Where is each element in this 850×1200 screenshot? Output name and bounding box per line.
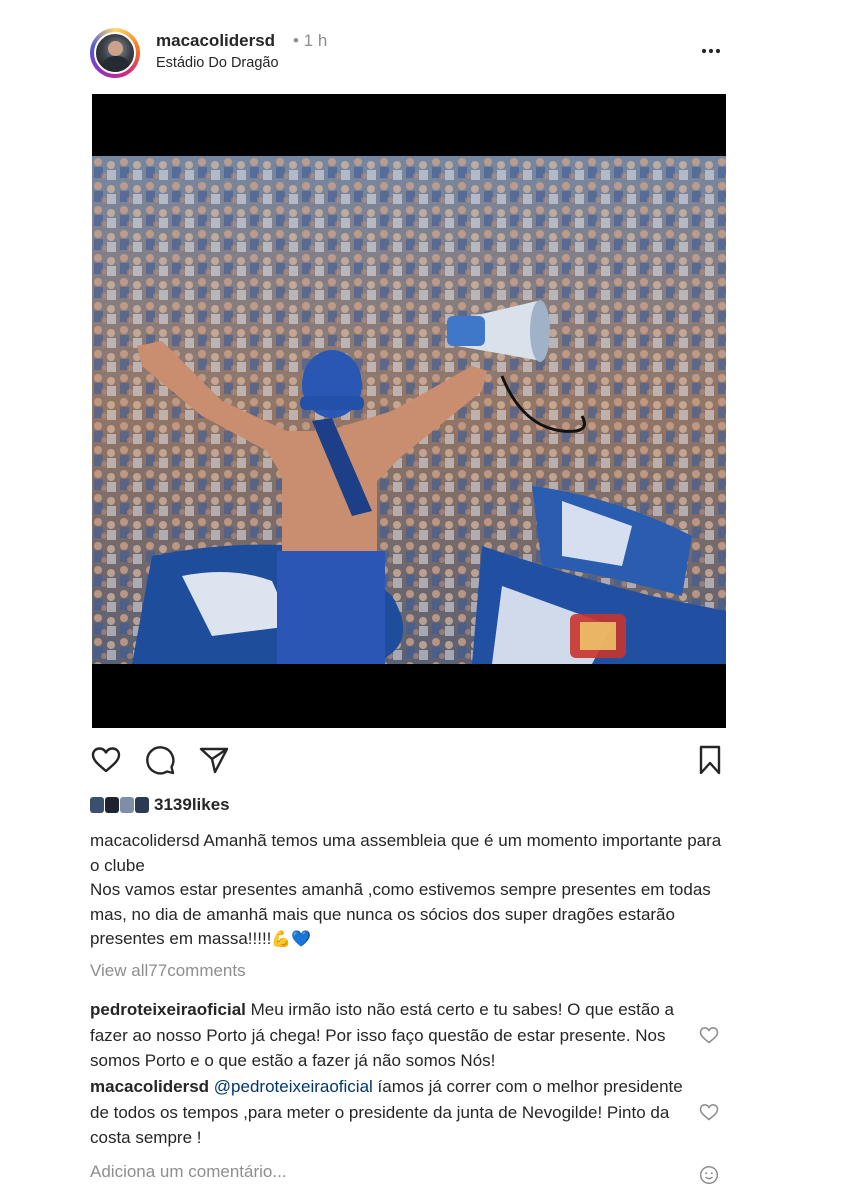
post-actions xyxy=(90,744,726,780)
bookmark-icon[interactable] xyxy=(694,744,726,776)
likes-row[interactable]: 3139likes xyxy=(90,794,230,816)
liker-avatar xyxy=(105,797,119,813)
add-comment-input[interactable]: Adiciona um comentário... xyxy=(90,1162,287,1182)
caption-emojis: 💪💙 xyxy=(271,929,312,948)
comment-like-icon[interactable] xyxy=(699,1026,719,1044)
view-all-comments[interactable]: View all77comments xyxy=(90,961,246,981)
avatar[interactable] xyxy=(90,28,140,78)
post-caption: macacolidersd Amanhã temos uma assemblei… xyxy=(90,829,730,952)
comment-like-icon[interactable] xyxy=(699,1103,719,1121)
post-header: macacolidersd • 1 h Estádio Do Dragão xyxy=(90,26,726,82)
emoji-icon[interactable] xyxy=(699,1165,719,1185)
comment-item: macacolidersd @pedroteixeiraoficial íamo… xyxy=(90,1074,690,1151)
stadium-crowd-image xyxy=(92,156,726,664)
post-photo[interactable] xyxy=(92,94,726,728)
caption-text-2: Nos vamos estar presentes amanhã ,como e… xyxy=(90,880,711,948)
comment-mention[interactable]: @pedroteixeiraoficial xyxy=(214,1077,373,1096)
caption-username[interactable]: macacolidersd xyxy=(90,831,200,850)
likes-count[interactable]: 3139likes xyxy=(154,795,230,815)
comment-username[interactable]: macacolidersd xyxy=(90,1077,209,1096)
more-icon[interactable] xyxy=(700,40,722,62)
heart-icon[interactable] xyxy=(90,744,122,776)
comment-icon[interactable] xyxy=(144,744,176,776)
share-icon[interactable] xyxy=(198,744,230,776)
comment-item: pedroteixeiraoficial Meu irmão isto não … xyxy=(90,997,690,1074)
post-time: • 1 h xyxy=(293,31,328,50)
liker-avatar xyxy=(120,797,134,813)
liker-avatar xyxy=(90,797,104,813)
post-username[interactable]: macacolidersd xyxy=(156,31,275,51)
comment-username[interactable]: pedroteixeiraoficial xyxy=(90,1000,246,1019)
liker-avatar xyxy=(135,797,149,813)
post-location[interactable]: Estádio Do Dragão xyxy=(156,55,279,71)
